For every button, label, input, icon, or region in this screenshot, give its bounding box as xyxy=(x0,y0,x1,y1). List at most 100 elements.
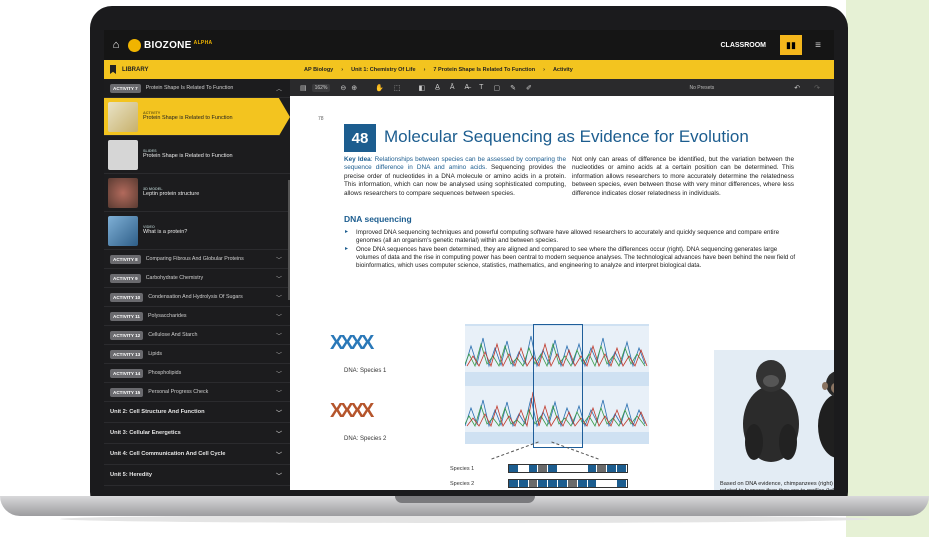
text-icon[interactable]: T xyxy=(479,84,483,91)
intro-left: Key Idea: Relationships between species … xyxy=(344,156,566,198)
dna-helix-species-2: XXXX xyxy=(330,400,374,422)
activity-row[interactable]: ACTIVITY 9 Carbohydrate Chemistry ﹀ xyxy=(104,269,290,288)
book-icon[interactable]: ▮▮ xyxy=(780,35,802,55)
connector-line xyxy=(491,441,539,460)
activity-row[interactable]: ACTIVITY 14 Phospholipids ﹀ xyxy=(104,364,290,383)
resource-activity[interactable]: ACTIVITY Protein Shape is Related to Func… xyxy=(104,98,290,136)
activity-row[interactable]: ACTIVITY 10 Condensation And Hydrolysis O… xyxy=(104,288,290,307)
bookmark-icon xyxy=(110,65,116,74)
activity-badge: ACTIVITY 13 xyxy=(110,349,144,359)
chevron-down-icon[interactable]: ﹀ xyxy=(276,312,282,321)
activity-badge: ACTIVITY 12 xyxy=(110,330,144,340)
chevron-down-icon[interactable]: ﹀ xyxy=(276,450,282,459)
underline-icon[interactable]: A̲ xyxy=(435,84,440,91)
activity-title: Lipids xyxy=(148,351,163,357)
pen-icon[interactable]: ✎ xyxy=(510,84,516,92)
chevron-down-icon[interactable]: ﹀ xyxy=(276,331,282,340)
library-label: LIBRARY xyxy=(122,66,149,73)
breadcrumb-item[interactable]: Unit 1: Chemistry Of Life xyxy=(351,67,415,73)
activity-title: Polysaccharides xyxy=(147,313,187,319)
highlight-icon[interactable]: Ā xyxy=(450,84,455,91)
chevron-down-icon[interactable]: ﹀ xyxy=(276,471,282,480)
app-logo[interactable]: BIOZONE ALPHA xyxy=(128,38,213,52)
chevron-down-icon[interactable]: ﹀ xyxy=(276,408,282,417)
activity-badge: ACTIVITY 10 xyxy=(110,292,144,302)
app-suffix: ALPHA xyxy=(193,39,213,46)
zoom-select[interactable]: 162% xyxy=(311,83,331,92)
chimpanzee-image xyxy=(818,371,834,458)
resource-thumbnail xyxy=(108,101,138,132)
redo-icon[interactable]: ↷ xyxy=(814,84,820,92)
activity-title: Cellulose And Starch xyxy=(148,332,198,338)
resource-thumbnail xyxy=(108,177,138,208)
document-page: 78 48 Molecular Sequencing as Evidence f… xyxy=(290,96,834,490)
bullet-item: Once DNA sequences have been determined,… xyxy=(344,246,799,270)
chevron-down-icon[interactable]: ﹀ xyxy=(276,255,282,264)
activity-row-current[interactable]: ACTIVITY 7 Protein Shape Is Related To F… xyxy=(104,79,290,98)
sequence-bar-species-2 xyxy=(508,479,628,488)
dna-helix-species-1: XXXX xyxy=(330,332,374,354)
activity-row[interactable]: ACTIVITY 8 Comparing Fibrous And Globular… xyxy=(104,250,290,269)
select-icon[interactable]: ⬚ xyxy=(394,84,401,92)
chevron-down-icon[interactable]: ﹀ xyxy=(276,388,282,397)
breadcrumb-item[interactable]: AP Biology xyxy=(304,67,333,73)
resource-title: Protein Shape is Related to Function xyxy=(143,153,233,160)
eraser-icon[interactable]: ✐ xyxy=(526,84,532,92)
library-sidebar: LIBRARY ACTIVITY 7 Protein Shape Is Rela… xyxy=(104,60,290,490)
sequence-bar-species-1 xyxy=(508,464,628,473)
zoom-out-icon[interactable]: ⊖ xyxy=(340,84,346,92)
resource-thumbnail xyxy=(108,139,138,170)
activity-title: Carbohydrate Chemistry xyxy=(145,275,204,281)
activity-badge: ACTIVITY 9 xyxy=(110,273,141,283)
resource-slides[interactable]: SLIDES Protein Shape is Related to Functi… xyxy=(104,136,290,174)
activity-row[interactable]: ACTIVITY 15 Personal Progress Check ﹀ xyxy=(104,383,290,402)
figure-caption: Based on DNA evidence, chimpanzees (righ… xyxy=(720,481,834,490)
chevron-down-icon[interactable]: ﹀ xyxy=(276,274,282,283)
section-heading: DNA sequencing xyxy=(344,214,412,224)
activity-number: 48 xyxy=(344,124,376,152)
unit-title: Unit 2: Cell Structure And Function xyxy=(110,409,205,415)
activity-badge: ACTIVITY 15 xyxy=(110,387,144,397)
activity-badge: ACTIVITY 14 xyxy=(110,368,144,378)
resource-video[interactable]: VIDEO What is a protein? xyxy=(104,212,290,250)
app-name: BIOZONE xyxy=(144,39,192,51)
document-toolbar: ▤ 162% ⊖ ⊕ ✋ ⬚ ◧ A̲ Ā A̶ T ▢ ✎ ✐ No Pres… xyxy=(290,79,834,96)
breadcrumb-item[interactable]: 7 Protein Shape Is Related To Function xyxy=(433,67,535,73)
unit-row[interactable]: Unit 3: Cellular Energetics ﹀ xyxy=(104,423,290,444)
zoom-in-icon[interactable]: ⊕ xyxy=(351,84,357,92)
undo-icon[interactable]: ↶ xyxy=(794,84,800,92)
unit-row[interactable]: Unit 5: Heredity ﹀ xyxy=(104,465,290,486)
note-icon[interactable]: ◧ xyxy=(419,84,426,92)
unit-row[interactable]: Unit 2: Cell Structure And Function ﹀ xyxy=(104,402,290,423)
shape-icon[interactable]: ▢ xyxy=(493,84,500,92)
menu-icon[interactable]: ≡ xyxy=(808,40,828,51)
breadcrumb-item[interactable]: Activity xyxy=(553,67,573,73)
activity-row[interactable]: ACTIVITY 13 Lipids ﹀ xyxy=(104,345,290,364)
activity-title: Personal Progress Check xyxy=(148,389,209,395)
chevron-down-icon[interactable]: ﹀ xyxy=(276,369,282,378)
activity-badge: ACTIVITY 7 xyxy=(110,83,141,93)
comparison-highlight-box xyxy=(533,324,583,448)
strikethrough-icon[interactable]: A̶ xyxy=(464,84,469,91)
laptop-notch xyxy=(395,496,535,503)
chevron-down-icon[interactable]: ﹀ xyxy=(276,429,282,438)
chevron-down-icon[interactable]: ﹀ xyxy=(276,350,282,359)
resource-3d-model[interactable]: 3D MODEL Leptin protein structure xyxy=(104,174,290,212)
activity-row[interactable]: ACTIVITY 11 Polysaccharides ﹀ xyxy=(104,307,290,326)
classroom-link[interactable]: CLASSROOM xyxy=(721,42,767,49)
activity-row[interactable]: ACTIVITY 12 Cellulose And Starch ﹀ xyxy=(104,326,290,345)
page-icon[interactable]: ▤ xyxy=(300,84,307,92)
home-icon[interactable]: ⌂ xyxy=(104,39,128,51)
resource-title: What is a protein? xyxy=(143,229,188,236)
pan-hand-icon[interactable]: ✋ xyxy=(375,84,384,92)
presets-select[interactable]: No Presets xyxy=(690,85,715,91)
activity-title: Phospholipids xyxy=(148,370,182,376)
unit-row[interactable]: Unit 4: Cell Communication And Cell Cycl… xyxy=(104,444,290,465)
chevron-down-icon[interactable]: ﹀ xyxy=(276,293,282,302)
resource-title: Leptin protein structure xyxy=(143,191,200,198)
library-header[interactable]: LIBRARY xyxy=(104,60,290,79)
chevron-up-icon[interactable]: ︿ xyxy=(276,84,282,93)
unit-title: Unit 5: Heredity xyxy=(110,472,153,478)
bullet-item: Improved DNA sequencing techniques and p… xyxy=(344,229,799,245)
chevron-right-icon: › xyxy=(423,66,426,73)
